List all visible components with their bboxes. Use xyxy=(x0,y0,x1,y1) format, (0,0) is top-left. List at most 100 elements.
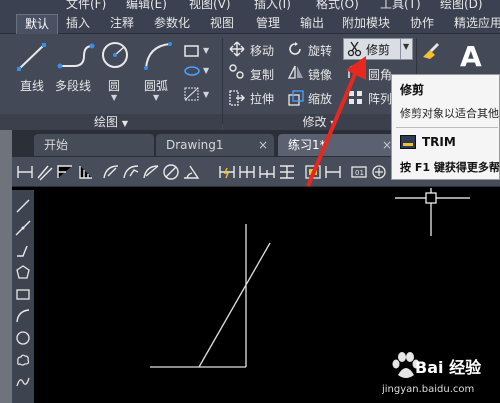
quick-dimension-icon[interactable] xyxy=(218,162,236,182)
menu-bar: 文件(F) 编辑(E) 视图(V) 插入(I) 格式(O) 工具(T) 绘图(D… xyxy=(0,0,500,12)
angular-dimension-icon[interactable] xyxy=(182,162,200,182)
line-icon[interactable] xyxy=(16,42,48,72)
diameter-dimension-icon[interactable] xyxy=(142,162,160,182)
draw-vertical-toolbar xyxy=(12,190,34,403)
circle-plus-icon[interactable] xyxy=(370,162,388,182)
arc-length-icon[interactable] xyxy=(56,162,74,182)
array-button-label[interactable]: 阵列 xyxy=(368,90,392,107)
array-icon[interactable] xyxy=(347,89,365,107)
spline-icon[interactable] xyxy=(15,374,31,390)
tab-annotate[interactable]: 注释 xyxy=(102,14,142,34)
tab-view[interactable]: 视图 xyxy=(202,14,242,34)
construction-line-icon[interactable] xyxy=(15,220,31,236)
scale-icon[interactable] xyxy=(287,89,305,107)
stretch-icon[interactable] xyxy=(228,89,246,107)
no-symbol-icon[interactable] xyxy=(162,162,180,182)
modify-panel-title: 修改 xyxy=(302,115,327,129)
tooltip-title: 修剪 xyxy=(400,83,425,97)
chevron-down-icon[interactable]: ▼ xyxy=(203,66,209,75)
doc-tab-label: 开始 xyxy=(44,138,69,152)
arc-icon[interactable] xyxy=(15,308,31,324)
circle-icon[interactable] xyxy=(100,40,130,72)
aligned-dimension-icon[interactable] xyxy=(36,162,54,182)
fillet-button-label[interactable]: 圆角 xyxy=(368,66,392,83)
menu-file[interactable]: 文件(F) xyxy=(66,0,106,12)
jogged-dimension-icon[interactable] xyxy=(122,162,140,182)
menu-insert[interactable]: 插入(I) xyxy=(254,0,291,12)
polygon-icon[interactable] xyxy=(15,264,31,280)
copy-button-label[interactable]: 复制 xyxy=(250,66,274,83)
chevron-down-icon[interactable]: ▼ xyxy=(153,93,159,102)
scale-button-label[interactable]: 缩放 xyxy=(308,90,332,107)
move-button-label[interactable]: 移动 xyxy=(250,42,274,59)
chevron-down-icon[interactable]: ▼ xyxy=(330,119,336,128)
rotate-button-label[interactable]: 旋转 xyxy=(308,42,332,59)
chevron-down-icon[interactable]: ▼ xyxy=(122,119,128,128)
doc-tab-start[interactable]: 开始 xyxy=(34,134,154,156)
hatch-icon[interactable] xyxy=(183,64,201,78)
inspection-icon[interactable]: 01 xyxy=(350,162,368,182)
ribbon-tab-bar: 默认 插入 注释 参数化 视图 管理 输出 附加模块 协作 精选应用 xyxy=(0,12,500,34)
trim-button[interactable]: 修剪 ▼ xyxy=(343,38,413,60)
rectangle-icon[interactable] xyxy=(183,44,201,58)
doc-tab-label: Drawing1 xyxy=(166,138,224,152)
panel-divider xyxy=(222,38,223,124)
doc-tab-drawing1[interactable]: Drawing1 × xyxy=(156,134,274,156)
arc-button-label[interactable]: 圆弧 xyxy=(144,77,168,94)
eraser-icon[interactable] xyxy=(420,40,440,60)
stretch-button-label[interactable]: 拉伸 xyxy=(250,90,274,107)
tab-manage[interactable]: 管理 xyxy=(248,14,288,34)
menu-view[interactable]: 视图(V) xyxy=(189,0,231,12)
watermark-brand: Bai 经验 xyxy=(415,358,482,377)
line-icon[interactable] xyxy=(15,198,31,214)
tab-featured-apps[interactable]: 精选应用 xyxy=(446,14,500,34)
mirror-button-label[interactable]: 镜像 xyxy=(308,66,332,83)
doc-tab-label: 练习1* xyxy=(288,138,326,152)
polyline-icon[interactable] xyxy=(56,40,96,72)
doc-tab-practice1[interactable]: 练习1* × xyxy=(278,134,398,156)
tab-default[interactable]: 默认 xyxy=(16,14,59,34)
ordinate-dimension-icon[interactable] xyxy=(76,162,94,182)
tab-addins[interactable]: 附加模块 xyxy=(334,14,398,34)
copy-icon[interactable] xyxy=(228,64,246,80)
text-icon[interactable]: A xyxy=(460,40,482,73)
polyline-icon[interactable] xyxy=(15,242,31,258)
baseline-dimension-icon[interactable] xyxy=(238,162,256,182)
move-icon[interactable] xyxy=(229,41,245,57)
chevron-down-icon[interactable]: ▼ xyxy=(403,42,409,51)
command-line-icon xyxy=(400,135,416,149)
center-mark-icon[interactable] xyxy=(324,162,342,182)
watermark-url: jingyan.baidu.com xyxy=(382,384,475,395)
arc-icon[interactable] xyxy=(142,40,174,72)
menu-tools[interactable]: 工具(T) xyxy=(380,0,421,12)
revision-cloud-icon[interactable] xyxy=(15,352,31,368)
menu-format[interactable]: 格式(O) xyxy=(316,0,359,12)
continue-dimension-icon[interactable] xyxy=(258,162,276,182)
dimension-space-icon[interactable] xyxy=(278,162,296,182)
tab-insert[interactable]: 插入 xyxy=(58,14,98,34)
linear-dimension-icon[interactable] xyxy=(16,162,34,182)
fillet-icon[interactable] xyxy=(347,64,365,80)
left-edge-strip xyxy=(0,130,12,403)
polyline-button-label[interactable]: 多段线 xyxy=(55,77,91,94)
tab-parametric[interactable]: 参数化 xyxy=(146,14,198,34)
tab-collaborate[interactable]: 协作 xyxy=(402,14,442,34)
scissors-icon xyxy=(347,41,362,57)
radius-dimension-icon[interactable] xyxy=(102,162,120,182)
chevron-down-icon[interactable]: ▼ xyxy=(203,90,209,99)
tab-output[interactable]: 输出 xyxy=(292,14,332,34)
close-icon[interactable]: × xyxy=(258,134,268,156)
tolerance-icon[interactable] xyxy=(304,162,322,182)
menu-draw[interactable]: 绘图(D) xyxy=(440,0,483,12)
line-button-label[interactable]: 直线 xyxy=(20,77,44,94)
rotate-icon[interactable] xyxy=(287,41,303,57)
gradient-icon[interactable] xyxy=(183,86,201,102)
circle-button-label[interactable]: 圆 xyxy=(108,77,120,94)
mirror-icon[interactable] xyxy=(287,64,305,80)
tooltip-description: 修剪对象以适合其他 xyxy=(400,107,499,120)
circle-icon[interactable] xyxy=(15,330,31,346)
menu-edit[interactable]: 编辑(E) xyxy=(126,0,167,12)
chevron-down-icon[interactable]: ▼ xyxy=(203,46,209,55)
chevron-down-icon[interactable]: ▼ xyxy=(111,93,117,102)
rectangle-icon[interactable] xyxy=(15,286,31,302)
